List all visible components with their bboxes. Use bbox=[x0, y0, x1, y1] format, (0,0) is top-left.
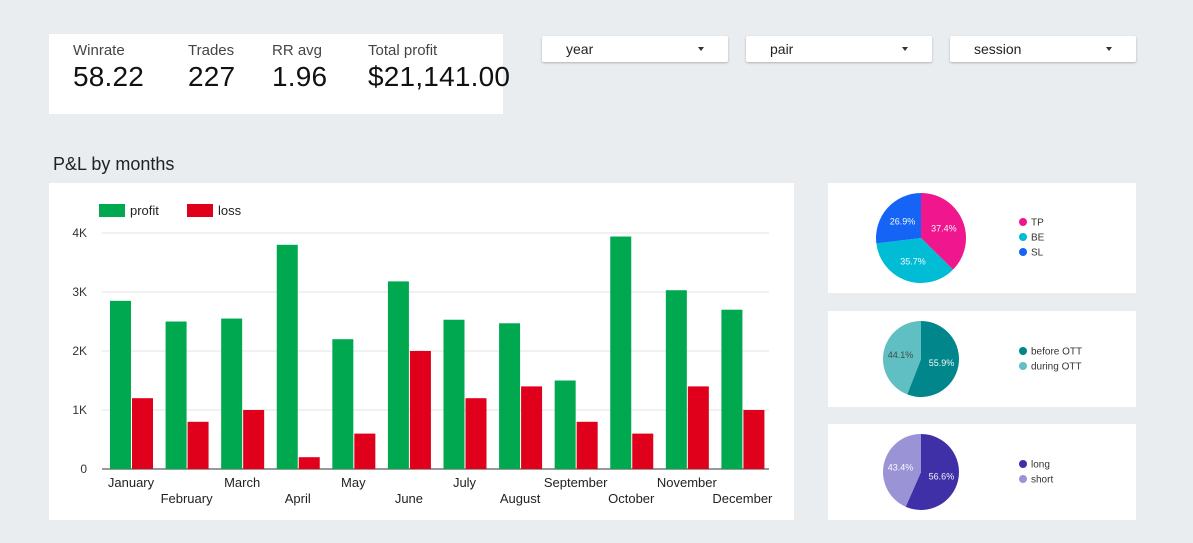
bar-profit bbox=[721, 309, 743, 469]
bar-profit bbox=[610, 236, 632, 469]
legend-label: BE bbox=[1031, 233, 1045, 244]
kpi-rr-avg: RR avg 1.96 bbox=[272, 42, 327, 93]
legend-swatch-loss bbox=[187, 204, 213, 217]
pie-slice-label: 37.4% bbox=[931, 223, 957, 233]
x-tick-label: April bbox=[285, 491, 311, 506]
pie-chart-session: 55.9% 44.1% before OTT during OTT bbox=[883, 321, 1082, 397]
pie-slice-label: 43.4% bbox=[888, 463, 914, 473]
pie-slice-label: 55.9% bbox=[929, 358, 955, 368]
chart-title: P&L by months bbox=[53, 154, 175, 174]
pie-slice-label: 56.6% bbox=[929, 471, 955, 481]
legend-label: TP bbox=[1031, 218, 1044, 229]
bar-profit bbox=[387, 281, 409, 469]
bar-profit bbox=[165, 321, 187, 469]
y-tick-label: 1K bbox=[72, 403, 87, 417]
x-tick-label: October bbox=[608, 491, 655, 506]
y-tick-label: 3K bbox=[72, 285, 87, 299]
dropdown-label: pair bbox=[770, 41, 794, 57]
bar-profit bbox=[665, 290, 687, 469]
kpi-total-profit: Total profit $21,141.00 bbox=[368, 42, 510, 93]
caret-down-icon bbox=[698, 47, 704, 51]
x-tick-label: July bbox=[453, 475, 477, 490]
kpi-value: 227 bbox=[188, 61, 236, 92]
bar-loss bbox=[354, 433, 376, 469]
bar-chart-card: 0 1K 2K 3K 4K January February March April May Jun… bbox=[49, 183, 794, 520]
bar-loss bbox=[409, 351, 431, 469]
bar-loss bbox=[465, 398, 487, 469]
session-dropdown[interactable]: session bbox=[950, 36, 1136, 62]
bar-profit bbox=[110, 300, 131, 469]
kpi-trades: Trades 227 bbox=[188, 42, 235, 93]
caret-down-icon bbox=[1106, 47, 1112, 51]
pie-slice-label: 35.7% bbox=[900, 256, 926, 266]
legend-dot bbox=[1019, 233, 1027, 241]
pie-chart-outcome: 37.4% 35.7% 26.9% TP BE SL bbox=[876, 193, 1045, 283]
bar-loss bbox=[298, 457, 320, 469]
pie-card-direction: 56.6% 43.4% long short bbox=[828, 424, 1136, 520]
y-tick-label: 0 bbox=[80, 462, 87, 476]
pie-slice-label: 26.9% bbox=[890, 217, 916, 227]
bar-loss bbox=[632, 433, 654, 469]
legend-label: SL bbox=[1031, 248, 1044, 259]
y-tick-label: 2K bbox=[72, 344, 87, 358]
legend-dot bbox=[1019, 218, 1027, 226]
pair-dropdown[interactable]: pair bbox=[746, 36, 932, 62]
legend-label: during OTT bbox=[1031, 362, 1082, 373]
legend-label: short bbox=[1031, 475, 1053, 486]
bar-loss bbox=[243, 410, 265, 469]
kpi-card: Winrate 58.22 Trades 227 RR avg 1.96 Tot… bbox=[49, 34, 510, 114]
kpi-value: 58.22 bbox=[73, 61, 145, 92]
bar-loss bbox=[687, 386, 709, 469]
caret-down-icon bbox=[902, 47, 908, 51]
legend-label: long bbox=[1031, 460, 1050, 471]
bar-profit bbox=[554, 380, 576, 469]
bar-profit bbox=[443, 319, 465, 469]
legend-dot bbox=[1019, 460, 1027, 468]
kpi-label: Winrate bbox=[73, 42, 125, 59]
bar-loss bbox=[576, 421, 598, 469]
x-tick-label: June bbox=[395, 491, 423, 506]
kpi-label: RR avg bbox=[272, 42, 323, 59]
bar-profit bbox=[276, 244, 298, 469]
kpi-label: Trades bbox=[188, 42, 235, 59]
pie-card-outcome: 37.4% 35.7% 26.9% TP BE SL bbox=[828, 183, 1136, 293]
legend-dot bbox=[1019, 347, 1027, 355]
x-tick-label: January bbox=[108, 475, 155, 490]
bar-loss bbox=[521, 386, 543, 469]
bar-loss bbox=[187, 421, 209, 469]
pie-card-session: 55.9% 44.1% before OTT during OTT bbox=[828, 311, 1136, 407]
legend-dot bbox=[1019, 362, 1027, 370]
kpi-winrate: Winrate 58.22 bbox=[73, 42, 144, 93]
dropdown-label: session bbox=[974, 41, 1022, 57]
legend-swatch-profit bbox=[99, 204, 125, 217]
x-tick-label: May bbox=[341, 475, 366, 490]
pie-chart-direction: 56.6% 43.4% long short bbox=[883, 434, 1053, 510]
legend-label: before OTT bbox=[1031, 347, 1082, 358]
x-tick-label: March bbox=[224, 475, 260, 490]
bar-profit bbox=[499, 323, 521, 469]
x-tick-label: December bbox=[712, 491, 773, 506]
x-tick-label: February bbox=[161, 491, 214, 506]
kpi-value: 1.96 bbox=[272, 61, 328, 92]
x-tick-label: September bbox=[544, 475, 608, 490]
kpi-label: Total profit bbox=[368, 42, 438, 59]
legend-dot bbox=[1019, 475, 1027, 483]
kpi-value: $21,141.00 bbox=[368, 61, 511, 92]
pie-slice-label: 44.1% bbox=[888, 350, 914, 360]
bar-loss bbox=[132, 398, 153, 469]
x-tick-label: August bbox=[500, 491, 541, 506]
y-tick-label: 4K bbox=[72, 226, 87, 240]
bar-loss bbox=[743, 410, 765, 469]
bar-profit bbox=[221, 318, 243, 469]
legend-label-loss: loss bbox=[218, 203, 242, 218]
dropdown-label: year bbox=[566, 41, 594, 57]
legend-label-profit: profit bbox=[130, 203, 159, 218]
year-dropdown[interactable]: year bbox=[542, 36, 728, 62]
legend-dot bbox=[1019, 248, 1027, 256]
bar-profit bbox=[332, 339, 354, 469]
bar-chart: 0 1K 2K 3K 4K January February March April May Jun… bbox=[72, 203, 773, 506]
x-tick-label: November bbox=[657, 475, 718, 490]
